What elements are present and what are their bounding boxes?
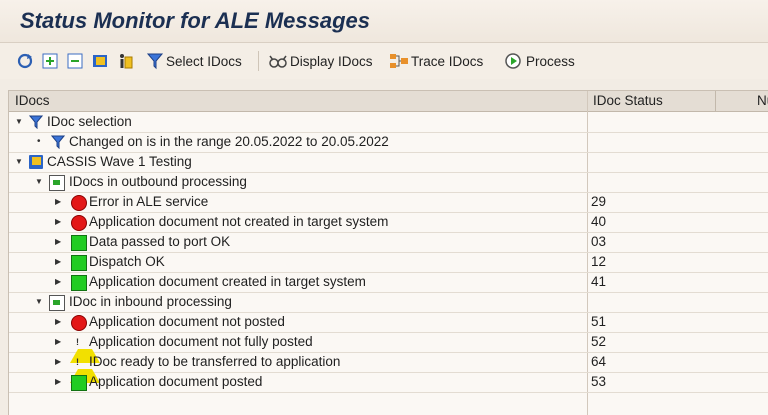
title-bar: Status Monitor for ALE Messages: [0, 0, 768, 43]
filter-icon: [29, 115, 43, 129]
inbound-icon: [49, 295, 65, 311]
select-idocs-label: Select IDocs: [166, 53, 242, 69]
tree-node-label: Application document not fully posted: [89, 334, 313, 349]
tree-node-status[interactable]: ▶ Application document not created in ta…: [9, 212, 768, 233]
refresh-button[interactable]: [16, 43, 36, 79]
display-idocs-label: Display IDocs: [290, 53, 373, 69]
expand-toggle-icon[interactable]: ▶: [55, 352, 61, 372]
tree-node-label: IDoc in inbound processing: [69, 294, 232, 309]
select-idocs-button[interactable]: Select IDocs: [146, 43, 242, 79]
table-header: IDocs IDoc Status Nu: [9, 91, 768, 112]
tree-node-label: IDocs in outbound processing: [69, 174, 247, 189]
idoc-tree-table: IDocs IDoc Status Nu ▼ IDoc selection • …: [8, 90, 768, 415]
tree-node-status[interactable]: ▶ Data passed to port OK 03: [9, 232, 768, 253]
process-label: Process: [526, 53, 575, 69]
expand-toggle-icon[interactable]: ▶: [55, 272, 61, 292]
tree-node-label: CASSIS Wave 1 Testing: [47, 154, 192, 169]
idoc-status-value: 03: [591, 234, 607, 249]
folder-icon: [29, 155, 43, 169]
expand-subtree-button[interactable]: [41, 43, 61, 79]
page-title: Status Monitor for ALE Messages: [20, 8, 371, 33]
leaf-bullet-icon: •: [37, 136, 41, 147]
green-status-icon: [71, 235, 87, 251]
tree-node-status[interactable]: ▶ IDoc ready to be transferred to applic…: [9, 352, 768, 383]
tree-node-idoc-selection[interactable]: ▼ IDoc selection: [9, 112, 768, 133]
refresh-icon: [17, 53, 33, 69]
trace-idocs-button[interactable]: Trace IDocs: [389, 43, 483, 79]
process-button[interactable]: Process: [504, 43, 575, 79]
expand-toggle-icon[interactable]: ▶: [55, 372, 61, 392]
tree-node-label: IDoc selection: [47, 114, 132, 129]
expand-toggle-icon[interactable]: ▶: [55, 192, 61, 212]
column-divider: [715, 91, 716, 111]
tree-node-label: Changed on is in the range 20.05.2022 to…: [69, 134, 389, 149]
tree-node-status[interactable]: ▶ Application document not fully posted …: [9, 332, 768, 363]
expand-toggle-icon[interactable]: ▶: [55, 332, 61, 352]
display-idocs-button[interactable]: Display IDocs: [268, 43, 373, 79]
green-status-icon: [71, 275, 87, 291]
info-icon: [120, 54, 133, 69]
red-status-icon: [69, 313, 87, 331]
trace-idocs-label: Trace IDocs: [411, 53, 484, 69]
collapse-toggle-icon[interactable]: ▼: [35, 292, 43, 312]
column-header-number[interactable]: Nu: [757, 91, 768, 111]
collapse-subtree-button[interactable]: [66, 43, 86, 79]
tree-node-label: Application document not created in targ…: [89, 214, 389, 229]
tree-node-status[interactable]: ▶ Application document not posted 51: [9, 312, 768, 333]
find-button[interactable]: [91, 43, 111, 79]
outbound-icon: [49, 175, 65, 191]
expand-toggle-icon[interactable]: ▶: [55, 252, 61, 272]
toolbar-separator: [258, 51, 259, 71]
red-status-icon: [69, 213, 87, 231]
idoc-status-value: 41: [591, 274, 607, 289]
collapse-toggle-icon[interactable]: ▼: [15, 112, 23, 132]
tree-node-date-range[interactable]: • Changed on is in the range 20.05.2022 …: [9, 132, 768, 153]
expand-toggle-icon[interactable]: ▶: [55, 312, 61, 332]
idoc-status-value: 40: [591, 214, 607, 229]
idoc-status-value: 51: [591, 314, 607, 329]
expand-icon: [42, 53, 58, 69]
tree-node-outbound[interactable]: ▼ IDocs in outbound processing: [9, 172, 768, 193]
tree-node-label: Application document created in target s…: [89, 274, 366, 289]
tree-node-label: Data passed to port OK: [89, 234, 231, 249]
tree-node-label: Dispatch OK: [89, 254, 165, 269]
collapse-icon: [67, 53, 83, 69]
filter-icon: [146, 53, 164, 70]
idoc-status-value: 29: [591, 194, 607, 209]
tree-node-inbound[interactable]: ▼ IDoc in inbound processing: [9, 292, 768, 313]
glasses-icon: [269, 55, 287, 68]
idoc-status-value: 53: [591, 374, 607, 389]
green-status-icon: [71, 255, 87, 271]
tree-node-status[interactable]: ▶ Application document created in target…: [9, 272, 768, 293]
tree-node-label: Application document not posted: [89, 314, 285, 329]
filter-icon: [51, 135, 65, 149]
tree-node-status[interactable]: ▶ Error in ALE service 29: [9, 192, 768, 213]
tree-node-status[interactable]: ▶ Dispatch OK 12: [9, 252, 768, 273]
folder-icon: [93, 55, 107, 67]
tree-node-label: IDoc ready to be transferred to applicat…: [89, 354, 341, 369]
idoc-status-value: 12: [591, 254, 607, 269]
tree-node-status[interactable]: ▶ Application document posted 53: [9, 372, 768, 393]
collapse-toggle-icon[interactable]: ▼: [15, 152, 23, 172]
expand-toggle-icon[interactable]: ▶: [55, 212, 61, 232]
toolbar: Select IDocs Display IDocs Trace IDocs P…: [0, 43, 768, 79]
tree-node-label: Application document posted: [89, 374, 263, 389]
green-status-icon: [71, 375, 87, 391]
idoc-status-value: 52: [591, 334, 607, 349]
process-icon: [505, 53, 521, 69]
expand-toggle-icon[interactable]: ▶: [55, 232, 61, 252]
column-header-status[interactable]: IDoc Status: [593, 91, 663, 111]
info-button[interactable]: [116, 43, 136, 79]
tree-node-label: Error in ALE service: [89, 194, 209, 209]
red-status-icon: [69, 193, 87, 211]
trace-icon: [390, 54, 408, 68]
tree-node-cassis-wave[interactable]: ▼ CASSIS Wave 1 Testing: [9, 152, 768, 173]
collapse-toggle-icon[interactable]: ▼: [35, 172, 43, 192]
column-header-idocs[interactable]: IDocs: [15, 91, 50, 111]
idoc-status-value: 64: [591, 354, 607, 369]
